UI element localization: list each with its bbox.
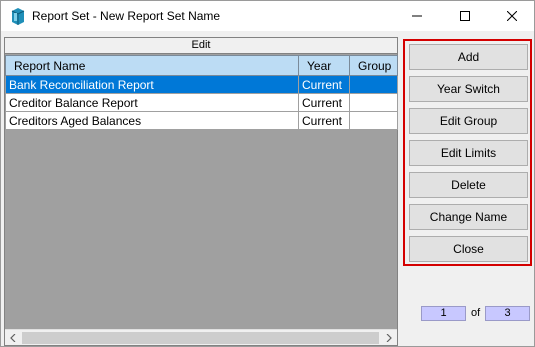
scroll-left-button[interactable] xyxy=(5,330,21,346)
report-table: Report Name Year Group Bank Reconciliati… xyxy=(5,55,398,130)
chevron-left-icon xyxy=(10,334,16,342)
column-header-group[interactable]: Group xyxy=(349,55,398,76)
table-row[interactable]: Bank Reconciliation Report Current xyxy=(5,75,398,94)
app-icon xyxy=(11,8,25,25)
table-row[interactable]: Creditors Aged Balances Current xyxy=(5,111,398,130)
column-header-year[interactable]: Year xyxy=(298,55,350,76)
delete-button[interactable]: Delete xyxy=(409,172,528,198)
edit-group-button[interactable]: Edit Group xyxy=(409,108,528,134)
minimize-icon xyxy=(412,15,422,17)
close-window-button[interactable] xyxy=(489,1,535,31)
scrollbar-thumb[interactable] xyxy=(22,332,379,344)
total-pages-field: 3 xyxy=(485,306,530,321)
edit-limits-button[interactable]: Edit Limits xyxy=(409,140,528,166)
cell-year[interactable]: Current xyxy=(298,75,350,94)
year-switch-button[interactable]: Year Switch xyxy=(409,76,528,102)
maximize-button[interactable] xyxy=(442,1,488,31)
table-row[interactable]: Creditor Balance Report Current xyxy=(5,93,398,112)
close-button[interactable]: Close xyxy=(409,236,528,262)
horizontal-scrollbar[interactable] xyxy=(5,329,397,345)
add-button[interactable]: Add xyxy=(409,44,528,70)
chevron-right-icon xyxy=(386,334,392,342)
cell-report-name[interactable]: Creditor Balance Report xyxy=(5,93,299,112)
report-grid[interactable]: Edit Report Name Year Group Bank Reconci… xyxy=(4,37,398,346)
cell-group[interactable] xyxy=(349,75,398,94)
cell-year[interactable]: Current xyxy=(298,93,350,112)
cell-year[interactable]: Current xyxy=(298,111,350,130)
current-page-field[interactable]: 1 xyxy=(421,306,466,321)
window-title: Report Set - New Report Set Name xyxy=(32,9,221,23)
scroll-right-button[interactable] xyxy=(381,330,397,346)
cell-report-name[interactable]: Bank Reconciliation Report xyxy=(5,75,299,94)
cell-group[interactable] xyxy=(349,111,398,130)
grid-caption: Edit xyxy=(5,38,397,54)
cell-report-name[interactable]: Creditors Aged Balances xyxy=(5,111,299,130)
pager-of-label: of xyxy=(471,307,481,319)
change-name-button[interactable]: Change Name xyxy=(409,204,528,230)
maximize-icon xyxy=(460,11,470,21)
title-bar[interactable]: Report Set - New Report Set Name xyxy=(1,1,534,31)
minimize-button[interactable] xyxy=(394,1,440,31)
report-set-window: Report Set - New Report Set Name Edit Re… xyxy=(0,0,535,347)
column-header-report-name[interactable]: Report Name xyxy=(5,55,299,76)
action-button-panel: Add Year Switch Edit Group Edit Limits D… xyxy=(403,39,532,266)
close-icon xyxy=(507,11,517,21)
cell-group[interactable] xyxy=(349,93,398,112)
table-header-row: Report Name Year Group xyxy=(5,55,398,76)
